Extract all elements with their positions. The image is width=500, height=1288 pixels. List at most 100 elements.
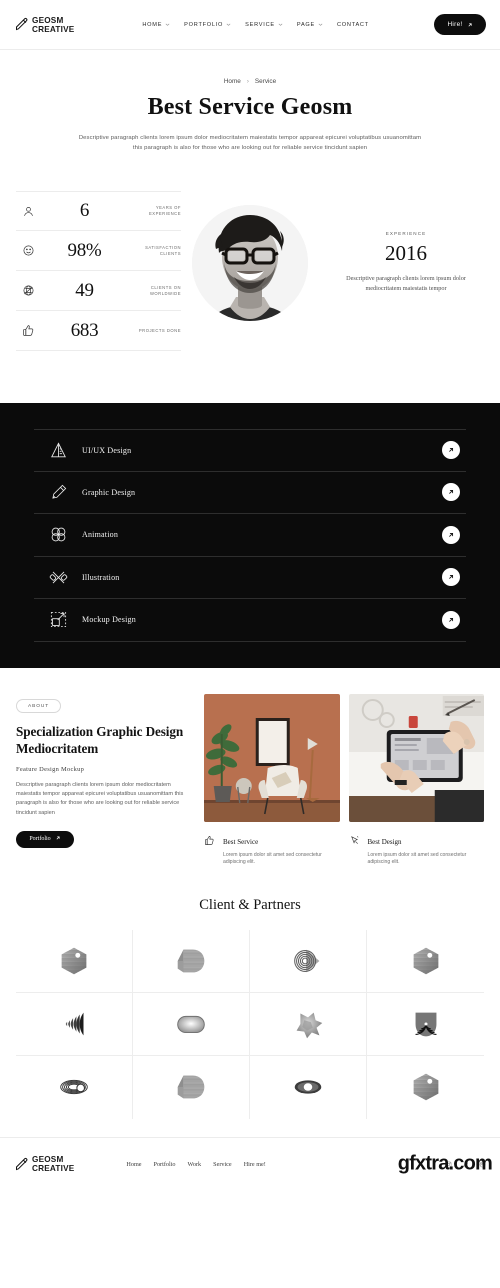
cone-rings-logo (294, 949, 320, 973)
about-card-footer: Best Service Lorem ipsum dolor sit amet … (204, 831, 340, 867)
cube-wedge-logo (177, 1075, 205, 1099)
breadcrumb-current: Service (254, 78, 277, 85)
pill-blob-logo (177, 1015, 205, 1033)
service-arrow-button[interactable] (442, 568, 460, 587)
globe-icon (16, 284, 40, 297)
client-logo-cell[interactable] (250, 1055, 367, 1119)
service-row-illustration[interactable]: Illustration (34, 557, 466, 599)
service-arrow-button[interactable] (442, 525, 460, 544)
stat-value: 6 (79, 200, 90, 221)
hexagon-striped-logo (413, 1073, 438, 1101)
hero-section: Home › Service Best Service Geosm Descri… (0, 50, 500, 153)
service-name: Illustration (82, 572, 120, 582)
client-logo-cell[interactable] (133, 1055, 250, 1119)
portfolio-button-label: Portfolio (29, 836, 51, 843)
stat-row: 683 PROJECTS DONE (16, 311, 181, 351)
nav-label: CONTACT (337, 21, 369, 28)
clients-heading: Client & Partners (199, 896, 301, 913)
service-arrow-button[interactable] (442, 610, 460, 629)
service-arrow-button[interactable] (442, 483, 460, 502)
hero-subtitle: Descriptive paragraph clients lorem ipsu… (78, 135, 422, 151)
triangle-ruler-icon (34, 441, 82, 460)
footer-logo-line-1: GEOSM (32, 1155, 64, 1165)
service-row-uiux[interactable]: UI/UX Design (34, 429, 466, 472)
arch-rings-logo (415, 1012, 436, 1037)
about-title: Specialization Graphic Design Mediocrita… (16, 724, 184, 756)
footer-link-hire-me[interactable]: Hire me! (244, 1161, 266, 1168)
portfolio-button[interactable]: Portfolio (16, 830, 74, 848)
client-logo-cell[interactable] (16, 1055, 133, 1119)
client-logo-cell[interactable] (16, 992, 133, 1056)
pencil-icon (14, 1157, 29, 1172)
about-body: Descriptive paragraph clients lorem ipsu… (16, 782, 184, 816)
hire-button[interactable]: Hire! (434, 14, 486, 35)
service-arrow-button[interactable] (442, 441, 460, 460)
arrow-up-right-icon (55, 835, 61, 843)
pen-icon (34, 483, 82, 502)
main-nav: HOME PORTFOLIO SERVICE PAGE CONTACT (142, 22, 369, 28)
about-card-best-service: Best Service Lorem ipsum dolor sit amet … (204, 693, 340, 867)
service-row-graphic[interactable]: Graphic Design (34, 472, 466, 514)
footer-link-work[interactable]: Work (188, 1161, 202, 1168)
portrait-illustration (192, 205, 308, 321)
client-logo-cell[interactable] (16, 929, 133, 993)
stats-band: 6 YEARS OF EXPERIENCE 98% SATISFACTION C… (0, 191, 500, 403)
user-icon (16, 205, 40, 218)
arrow-up-right-icon (467, 22, 473, 28)
nav-label: SERVICE (245, 21, 275, 28)
hexagon-striped-logo (413, 947, 438, 974)
stat-value: 98% (67, 239, 102, 261)
experience-description: Descriptive paragraph clients lorem ipsu… (346, 275, 466, 292)
nav-label: PORTFOLIO (184, 21, 224, 28)
nav-item-home[interactable]: HOME (142, 22, 170, 28)
service-name: UI/UX Design (82, 445, 132, 455)
stat-row: 49 CLIENTS ON WORLDWIDE (16, 271, 181, 311)
thumbs-up-icon (204, 831, 217, 867)
footer-logo-text: GEOSM CREATIVE (32, 1155, 74, 1173)
service-row-animation[interactable]: Animation (34, 514, 466, 557)
nav-item-service[interactable]: SERVICE (245, 22, 283, 28)
breadcrumb-home[interactable]: Home (224, 78, 241, 85)
footer-link-service[interactable]: Service (213, 1161, 232, 1168)
service-name: Mockup Design (82, 615, 136, 625)
footer-link-portfolio[interactable]: Portfolio (154, 1161, 176, 1168)
nav-label: PAGE (296, 21, 316, 28)
clients-logo-grid (16, 929, 484, 1119)
mockup-frame-icon (34, 610, 82, 629)
about-card-footer: Best Design Lorem ipsum dolor sit amet s… (349, 831, 485, 867)
stat-label: CLIENTS ON WORLDWIDE (149, 284, 181, 296)
about-kicker: Feature Design Mockup (16, 766, 85, 773)
service-name: Graphic Design (82, 487, 136, 497)
flower-icon (34, 525, 82, 544)
client-logo-cell[interactable] (133, 992, 250, 1056)
fan-blades-logo (65, 1012, 84, 1036)
watermark: gfxtra.com (397, 1152, 493, 1175)
thumbs-up-icon (16, 324, 40, 337)
client-logo-cell[interactable] (133, 929, 250, 993)
footer-link-home[interactable]: Home (126, 1161, 141, 1168)
client-logo-cell[interactable] (250, 992, 367, 1056)
stat-label: YEARS OF EXPERIENCE (149, 205, 181, 216)
about-card-best-design: Best Design Lorem ipsum dolor sit amet s… (348, 693, 485, 867)
client-logo-cell[interactable] (367, 993, 484, 1056)
nav-item-page[interactable]: PAGE (297, 22, 323, 28)
client-logo-cell[interactable] (367, 930, 484, 993)
ellipse-dot-logo (294, 1080, 322, 1094)
client-logo-cell[interactable] (367, 1056, 484, 1119)
hands-tablet-desk-photo (348, 693, 484, 822)
stat-row: 98% SATISFACTION CLIENTS (16, 231, 181, 271)
stat-value: 683 (70, 319, 99, 341)
service-row-mockup[interactable]: Mockup Design (34, 599, 466, 642)
client-logo-cell[interactable] (250, 929, 367, 993)
arrow-up-right-icon (449, 532, 454, 537)
about-text-column: ABOUT Specialization Graphic Design Medi… (16, 694, 192, 867)
header-logo[interactable]: GEOSM CREATIVE (14, 16, 74, 34)
nav-item-contact[interactable]: CONTACT (337, 22, 369, 28)
site-footer: GEOSM CREATIVE Home Portfolio Work Servi… (0, 1136, 500, 1191)
brush-cross-icon (34, 568, 82, 587)
nav-item-portfolio[interactable]: PORTFOLIO (184, 22, 231, 28)
about-cards: Best Service Lorem ipsum dolor sit amet … (204, 693, 485, 867)
portrait-photo (186, 191, 314, 335)
footer-logo[interactable]: GEOSM CREATIVE (14, 1155, 74, 1173)
footer-logo-line-2: CREATIVE (32, 1164, 75, 1174)
